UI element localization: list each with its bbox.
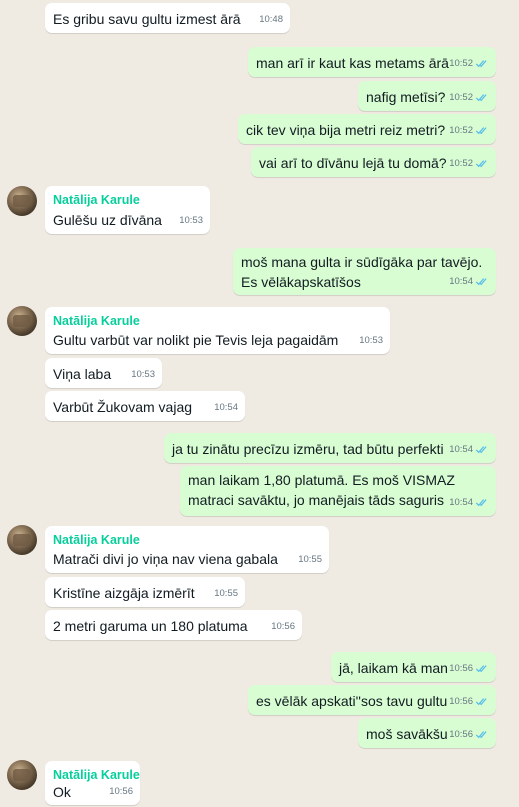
message-meta: 10:52 (449, 154, 489, 173)
message-time: 10:56 (271, 621, 295, 632)
double-check-icon (475, 278, 487, 286)
message-time: 10:55 (214, 588, 238, 599)
message-bubble[interactable]: Natālija Karule Ok 10:56 (45, 761, 140, 805)
message-time: 10:48 (259, 14, 283, 25)
message-text: 2 metri garuma un 180 platuma (53, 618, 248, 634)
message-meta: 10:56 (449, 659, 489, 678)
message-text: man laikam 1,80 platumā. Es moš VISMAZ m… (188, 472, 455, 508)
message-text: Varbūt Žukovam vajag (53, 399, 193, 415)
message-text: nafig metīsi? (366, 89, 446, 105)
message-text: ja tu zinātu precīzu izmēru, tad būtu pe… (172, 441, 444, 457)
message-bubble[interactable]: moš mana gulta ir sūdīgāka par tavējo. E… (233, 248, 496, 295)
message-bubble[interactable]: jā, laikam kā man 10:56 (331, 652, 496, 682)
message-text: cik tev viņa bija metri reiz metri? (246, 122, 446, 138)
message-time: 10:54 (449, 444, 473, 455)
message-meta: 10:55 (214, 584, 238, 603)
message-bubble[interactable]: Natālija Karule Matrači divi jo viņa nav… (45, 526, 329, 573)
message-bubble[interactable]: es vēlāk apskati''sos tavu gultu 10:56 (248, 685, 496, 715)
message-text: man arī ir kaut kas metams ārā (256, 55, 449, 71)
message-meta: 10:52 (449, 54, 489, 73)
double-check-icon (475, 127, 487, 135)
message-time: 10:55 (298, 554, 322, 565)
double-check-icon (475, 731, 487, 739)
avatar[interactable] (7, 760, 37, 790)
message-text: Gulēšu uz dīvāna (53, 212, 162, 228)
message-bubble[interactable]: vai arī to dīvānu lejā tu domā? 10:52 (251, 147, 496, 177)
message-time: 10:53 (179, 215, 203, 226)
double-check-icon (475, 499, 487, 507)
message-text: Matrači divi jo viņa nav viena gabala (53, 551, 278, 567)
message-bubble[interactable]: man arī ir kaut kas metams ārā 10:52 (248, 47, 496, 77)
message-bubble[interactable]: cik tev viņa bija metri reiz metri? 10:5… (238, 114, 496, 144)
message-meta: 10:56 (449, 725, 489, 744)
message-text: es vēlāk apskati''sos tavu gultu (256, 693, 448, 709)
message-text: Kristīne aizgāja izmērīt (53, 585, 195, 601)
message-meta: 10:55 (298, 550, 322, 569)
message-text: vai arī to dīvānu lejā tu domā? (259, 155, 447, 171)
avatar[interactable] (7, 186, 37, 216)
message-time: 10:56 (449, 663, 473, 674)
message-time: 10:54 (449, 276, 473, 287)
message-meta: 10:53 (131, 365, 155, 384)
message-text: Viņa laba (53, 366, 112, 382)
double-check-icon (475, 160, 487, 168)
message-meta: 10:52 (449, 121, 489, 140)
message-time: 10:56 (449, 729, 473, 740)
message-bubble[interactable]: Es gribu savu gultu izmest ārā 10:48 (45, 3, 290, 33)
message-meta: 10:54 (214, 398, 238, 417)
message-text: Es gribu savu gultu izmest ārā (53, 11, 241, 27)
message-bubble[interactable]: 2 metri garuma un 180 platuma 10:56 (45, 610, 302, 640)
message-meta: 10:54 (449, 272, 489, 291)
message-meta: 10:54 (449, 440, 489, 459)
message-time: 10:52 (449, 158, 473, 169)
double-check-icon (475, 698, 487, 706)
message-meta: 10:53 (359, 331, 383, 350)
chat-message-list[interactable]: Es gribu savu gultu izmest ārā 10:48 man… (0, 0, 519, 807)
message-time: 10:52 (449, 58, 473, 69)
double-check-icon (475, 446, 487, 454)
message-text: Gultu varbūt var nolikt pie Tevis leja p… (53, 332, 339, 348)
message-time: 10:54 (449, 497, 473, 508)
message-meta: 10:48 (259, 10, 283, 29)
avatar[interactable] (7, 306, 37, 336)
message-bubble[interactable]: Natālija Karule Gulēšu uz dīvāna 10:53 (45, 186, 210, 234)
message-meta: 10:56 (449, 692, 489, 711)
message-time: 10:52 (449, 92, 473, 103)
message-time: 10:53 (131, 369, 155, 380)
message-meta: 10:56 (109, 782, 133, 801)
message-bubble[interactable]: moš savākšu 10:56 (358, 718, 496, 748)
message-meta: 10:56 (271, 617, 295, 636)
sender-name[interactable]: Natālija Karule (53, 312, 140, 331)
message-bubble[interactable]: Kristīne aizgāja izmērīt 10:55 (45, 577, 245, 607)
message-time: 10:56 (109, 786, 133, 797)
avatar[interactable] (7, 525, 37, 555)
message-bubble[interactable]: Varbūt Žukovam vajag 10:54 (45, 391, 245, 421)
message-bubble[interactable]: man laikam 1,80 platumā. Es moš VISMAZ m… (180, 466, 496, 516)
message-meta: 10:53 (179, 211, 203, 230)
message-time: 10:52 (449, 125, 473, 136)
message-time: 10:54 (214, 402, 238, 413)
message-meta: 10:54 (449, 493, 489, 512)
message-bubble[interactable]: Viņa laba 10:53 (45, 358, 162, 388)
double-check-icon (475, 94, 487, 102)
sender-name[interactable]: Natālija Karule (53, 191, 140, 210)
message-bubble[interactable]: Natālija Karule Gultu varbūt var nolikt … (45, 307, 390, 354)
double-check-icon (475, 60, 487, 68)
message-time: 10:56 (449, 696, 473, 707)
double-check-icon (475, 665, 487, 673)
message-bubble[interactable]: nafig metīsi? 10:52 (358, 81, 496, 111)
message-text: jā, laikam kā man (339, 660, 448, 676)
message-time: 10:53 (359, 335, 383, 346)
sender-name[interactable]: Natālija Karule (53, 531, 140, 550)
message-meta: 10:52 (449, 88, 489, 107)
message-bubble[interactable]: ja tu zinātu precīzu izmēru, tad būtu pe… (164, 433, 496, 463)
message-text: Ok (53, 784, 71, 800)
message-text: moš savākšu (366, 726, 448, 742)
